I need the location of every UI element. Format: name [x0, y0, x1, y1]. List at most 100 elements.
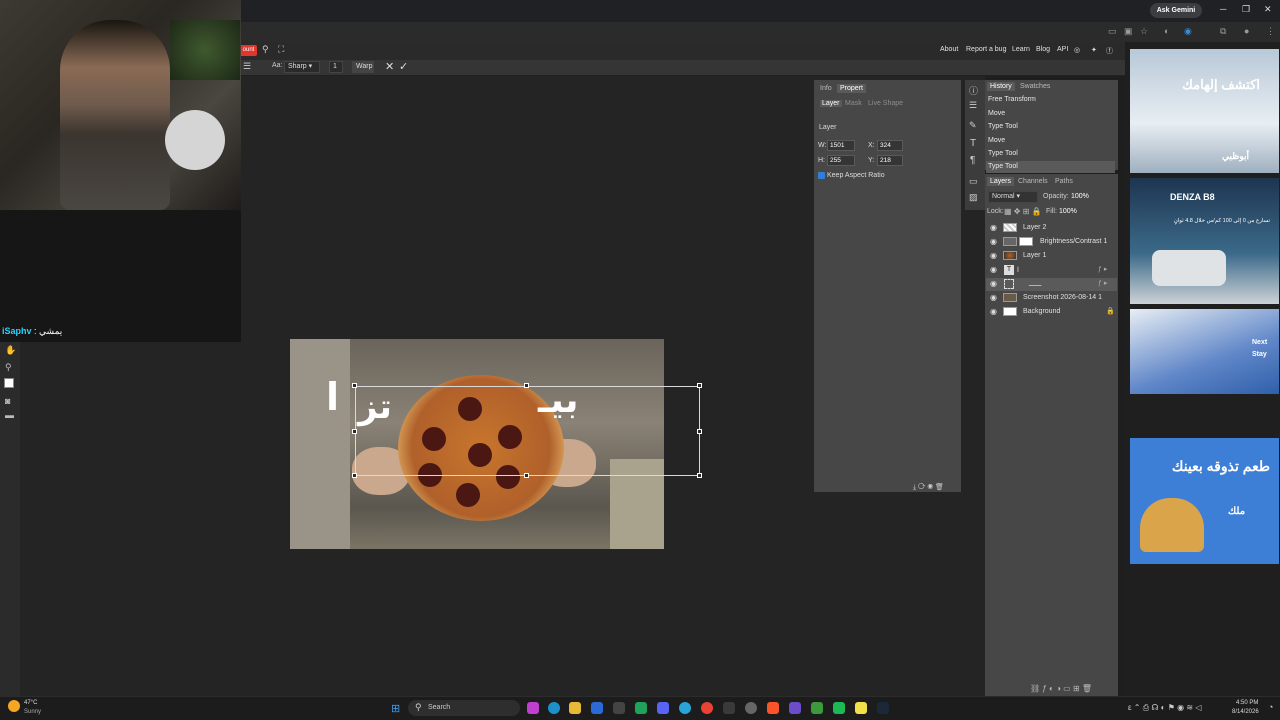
tray-icons[interactable]: ε ⌃ ⎙ ☊ ◐ ⚑ ◉ ≋ ◁: [1128, 703, 1201, 713]
eye-icon[interactable]: ◉: [990, 251, 997, 260]
subtab-live-shape[interactable]: Live Shape: [868, 100, 903, 107]
history-item[interactable]: Type Tool: [988, 163, 1018, 170]
ad-food[interactable]: طعم تذوقه بعينك ملك: [1130, 438, 1279, 564]
reddit-icon[interactable]: ◎: [1074, 46, 1080, 54]
nav-about-link[interactable]: About: [940, 46, 958, 53]
eye-icon[interactable]: ◉: [990, 293, 997, 302]
app-icon[interactable]: [527, 702, 539, 714]
transform-handle[interactable]: [697, 429, 702, 434]
app-icon[interactable]: [789, 702, 801, 714]
size-select[interactable]: 1: [329, 61, 343, 73]
taskbar-search[interactable]: Search: [408, 700, 520, 716]
image-icon[interactable]: ▨: [969, 192, 978, 203]
info-icon[interactable]: ⓘ: [969, 84, 978, 97]
chrome-icon[interactable]: [701, 702, 713, 714]
history-item[interactable]: Move: [988, 137, 1005, 144]
eye-icon[interactable]: ◉: [990, 265, 997, 274]
tab-icon[interactable]: ▭: [1108, 26, 1117, 37]
height-field[interactable]: 255: [827, 155, 855, 166]
brave-icon[interactable]: [767, 702, 779, 714]
properties-icon[interactable]: ☰: [969, 100, 977, 111]
history-item[interactable]: Free Transform: [988, 96, 1036, 103]
paragraph-icon[interactable]: ¶: [970, 155, 975, 166]
history-item[interactable]: Move: [988, 110, 1005, 117]
ad-airline[interactable]: Next Stay: [1130, 309, 1279, 394]
weather-icon[interactable]: [8, 700, 20, 712]
character-icon[interactable]: T: [970, 138, 976, 149]
fx-icon[interactable]: ƒ ▸: [1098, 279, 1107, 287]
xbox-icon[interactable]: [635, 702, 647, 714]
transform-handle[interactable]: [352, 429, 357, 434]
edge-icon[interactable]: [548, 702, 560, 714]
menu-dots-icon[interactable]: ⋮: [1266, 26, 1275, 37]
facebook-icon[interactable]: ⓕ: [1106, 46, 1113, 56]
layer-row[interactable]: ◉ Screenshot 2026-08-14 1: [986, 292, 1117, 305]
width-field[interactable]: 1501: [827, 140, 855, 151]
eye-icon[interactable]: ◉: [990, 223, 997, 232]
opacity-value[interactable]: 100%: [1071, 193, 1089, 200]
layer-row[interactable]: ◉ Background 🔒: [986, 306, 1117, 319]
transform-handle[interactable]: [697, 473, 702, 478]
tab-channels[interactable]: Channels: [1015, 177, 1051, 186]
fx-icon[interactable]: ƒ ▸: [1098, 265, 1107, 273]
y-field[interactable]: 218: [877, 155, 903, 166]
zoom-tool-icon[interactable]: ⚲: [5, 362, 12, 373]
quick-mask-icon[interactable]: ◙: [5, 396, 10, 406]
transform-bounding-box[interactable]: [355, 386, 700, 476]
x-field[interactable]: 324: [877, 140, 903, 151]
eye-icon[interactable]: ◉: [990, 307, 997, 316]
search-icon[interactable]: ⚲: [262, 44, 269, 55]
account-button[interactable]: ount: [240, 45, 257, 56]
eye-icon[interactable]: ◉: [990, 279, 997, 288]
ad-denza[interactable]: DENZA B8 تسارع من 0 إلى 100 كم/س خلال 4.…: [1130, 178, 1279, 304]
app-icon[interactable]: [745, 702, 757, 714]
subtab-mask[interactable]: Mask: [845, 100, 862, 107]
transform-handle[interactable]: [352, 473, 357, 478]
layer-row[interactable]: ◉ T ا ƒ ▸: [986, 264, 1117, 277]
nav-blog-link[interactable]: Blog: [1036, 46, 1050, 53]
discord-icon[interactable]: [657, 702, 669, 714]
keep-ratio-checkbox[interactable]: [818, 172, 825, 179]
foreground-color-swatch[interactable]: [4, 378, 14, 388]
fill-value[interactable]: 100%: [1059, 208, 1077, 215]
transform-handle[interactable]: [524, 473, 529, 478]
screen-mode-icon[interactable]: ▬: [5, 410, 14, 420]
file-explorer-icon[interactable]: [569, 702, 581, 714]
tab-history[interactable]: History: [987, 82, 1015, 91]
transform-handle[interactable]: [524, 383, 529, 388]
notification-icon[interactable]: ◔: [1268, 702, 1273, 712]
extension-icon[interactable]: ◐: [1164, 26, 1169, 36]
eye-icon[interactable]: ◉: [990, 237, 997, 246]
restore-button[interactable]: ❐: [1242, 4, 1250, 15]
minimize-button[interactable]: ─: [1220, 4, 1226, 14]
tab-swatches[interactable]: Swatches: [1017, 82, 1053, 91]
puzzle-icon[interactable]: ⧉: [1220, 26, 1226, 37]
twitter-icon[interactable]: ✦: [1091, 46, 1097, 54]
text-orientation-icon[interactable]: ☰: [243, 61, 251, 72]
nav-learn-link[interactable]: Learn: [1012, 46, 1030, 53]
close-window-button[interactable]: ✕: [1264, 4, 1272, 15]
steam-icon[interactable]: [877, 702, 889, 714]
bookmark-star-icon[interactable]: ☆: [1140, 26, 1148, 37]
tab-info[interactable]: Info: [817, 84, 835, 93]
lock-icons[interactable]: ▦ ✥ ⊞ 🔒: [1004, 207, 1042, 216]
cast-icon[interactable]: ▣: [1124, 26, 1133, 37]
tab-properties[interactable]: Propert: [837, 84, 866, 93]
antialias-select[interactable]: Sharp ▾: [284, 61, 320, 73]
transform-handle[interactable]: [697, 383, 702, 388]
layers-footer-icons[interactable]: ⛓ ƒ ◐ ◑ ▭ ⊞ 🗑: [1030, 684, 1092, 693]
nav-api-link[interactable]: API: [1057, 46, 1068, 53]
telegram-icon[interactable]: [679, 702, 691, 714]
ad-abu-dhabi[interactable]: اكتشف إلهامك أبوظبي: [1130, 49, 1279, 173]
panel-footer-icons[interactable]: ⤓ ⟳ ◉ 🗑: [913, 483, 944, 492]
css-icon[interactable]: ▭: [969, 176, 978, 187]
subtab-layer[interactable]: Layer: [820, 100, 842, 107]
audio-icon[interactable]: ◉: [1184, 26, 1192, 37]
fullscreen-icon[interactable]: ⛶: [278, 44, 284, 55]
hand-tool-icon[interactable]: ✋: [5, 345, 16, 356]
notes-icon[interactable]: [855, 702, 867, 714]
start-button[interactable]: ⊞: [391, 702, 400, 715]
app-icon[interactable]: [723, 702, 735, 714]
app-icon[interactable]: [591, 702, 603, 714]
layer-row[interactable]: ◉ Layer 2: [986, 222, 1117, 235]
